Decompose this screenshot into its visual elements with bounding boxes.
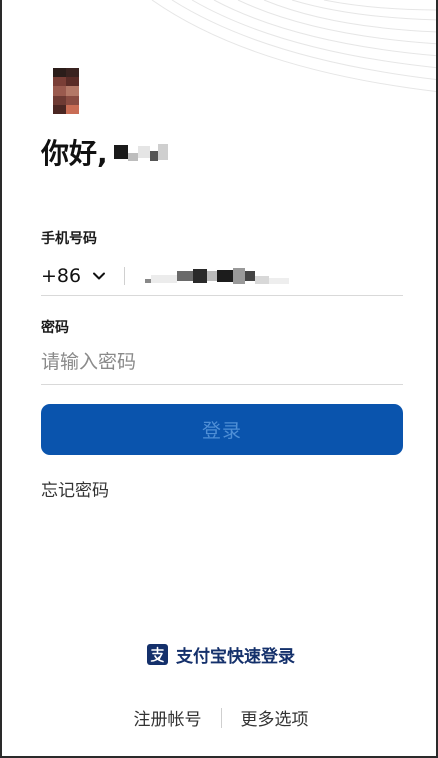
field-divider	[124, 266, 126, 285]
register-link[interactable]: 注册帐号	[134, 705, 202, 730]
forgot-password-link[interactable]: 忘记密码	[41, 476, 109, 501]
password-input[interactable]	[41, 347, 403, 377]
footer-links: 注册帐号 更多选项	[2, 705, 436, 730]
alipay-icon	[147, 644, 168, 665]
more-options-link[interactable]: 更多选项	[241, 705, 309, 730]
password-label: 密码	[41, 320, 69, 336]
avatar	[53, 68, 79, 114]
masked-username	[113, 139, 168, 165]
footer-divider	[220, 707, 222, 728]
chevron-down-icon[interactable]	[91, 268, 107, 284]
masked-phone-number[interactable]	[145, 266, 290, 286]
login-button[interactable]: 登录	[41, 404, 403, 455]
alipay-login-label: 支付宝快速登录	[176, 647, 295, 667]
alipay-login-link[interactable]: 支付宝快速登录	[2, 642, 436, 667]
password-input-row	[41, 340, 403, 385]
phone-label: 手机号码	[41, 231, 97, 247]
login-screen: 你好, 手机号码 +86 密码 登录 忘记密码 支付宝快速登录 注册帐号 更多选…	[0, 0, 438, 758]
country-code[interactable]: +86	[41, 265, 81, 287]
greeting-text: 你好,	[41, 137, 108, 170]
phone-input-row: +86	[41, 256, 403, 296]
greeting: 你好,	[41, 132, 168, 172]
